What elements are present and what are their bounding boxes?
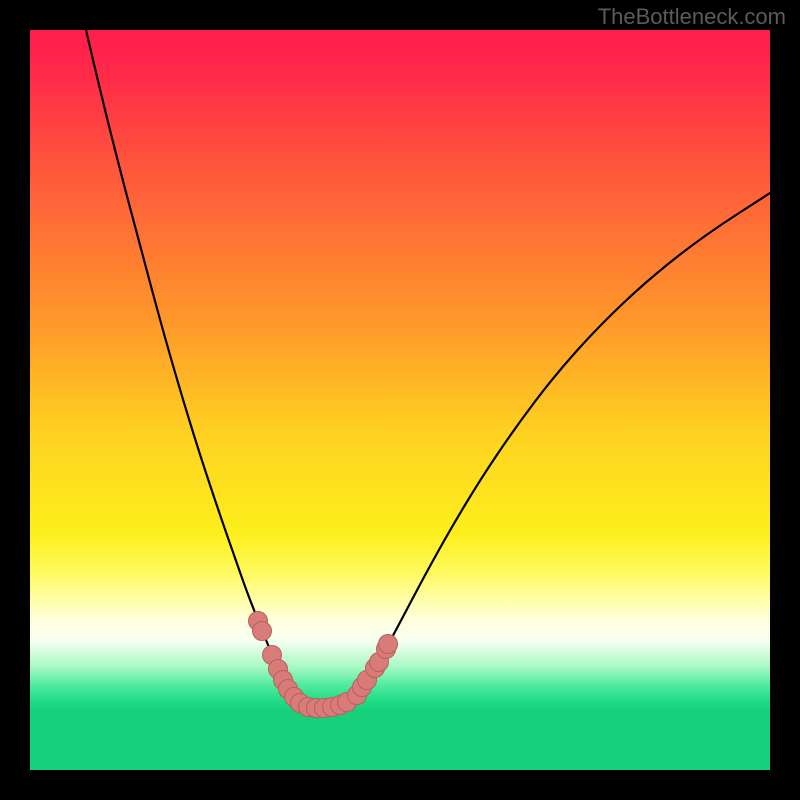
plot-area	[30, 30, 770, 770]
marker-dot	[379, 635, 398, 654]
bottleneck-chart	[30, 30, 770, 770]
marker-dot	[253, 622, 272, 641]
chart-frame: TheBottleneck.com	[0, 0, 800, 800]
attribution-label: TheBottleneck.com	[598, 4, 786, 30]
gradient-background	[30, 30, 770, 770]
